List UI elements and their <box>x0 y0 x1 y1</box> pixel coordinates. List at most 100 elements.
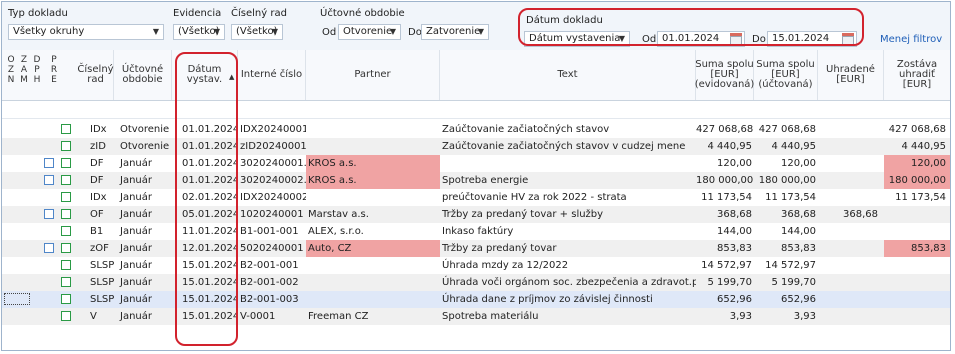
column-header-ciselny-rad[interactable]: Číselný rad <box>77 50 114 100</box>
table-row[interactable]: OF Január 05.01.2024 1020240001 Marstav a.s.… <box>2 206 950 223</box>
cell-interne-cislo: B1-001-001 <box>240 226 299 237</box>
cell-partner: Marstav a.s. <box>308 209 369 220</box>
pre-checkbox[interactable] <box>61 192 71 202</box>
cell-uhradene: 368,68 <box>843 209 878 220</box>
pre-checkbox[interactable] <box>61 141 71 151</box>
pre-checkbox[interactable] <box>61 294 71 304</box>
pre-checkbox[interactable] <box>61 124 71 134</box>
table-row[interactable]: SLSP Január 15.01.2024 B2-001-002 Úhrada voč… <box>2 274 950 291</box>
cell-uhradene <box>818 240 880 257</box>
ciselny-rad-select[interactable]: (Všetko) ▼ <box>231 24 283 40</box>
table-row[interactable]: B1 Január 11.01.2024 B1-001-001 ALEX, s.r.o.… <box>2 223 950 240</box>
table-row[interactable]: DF Január 01.01.2024 3020240001... KROS a.s.… <box>2 155 950 172</box>
table-row[interactable]: DF Január 01.01.2024 3020240002... KROS a.s.… <box>2 172 950 189</box>
cell-suma-evidovana: 427 068,68 <box>696 124 754 135</box>
pre-checkbox[interactable] <box>61 209 71 219</box>
cell-zostava <box>884 274 950 291</box>
uctovne-obdobie-label: Účtovné obdobie <box>320 8 405 19</box>
cell-uhradene <box>818 155 880 172</box>
pre-checkbox[interactable] <box>61 226 71 236</box>
cell-interne-cislo: 3020240001... <box>240 158 306 169</box>
calendar-icon[interactable] <box>842 33 854 46</box>
obdobie-do-select[interactable]: Zatvorenie ▼ <box>421 24 489 40</box>
column-header-suma-uctovana[interactable]: Suma spolu [EUR] (účtovaná) <box>754 50 818 100</box>
column-header-interne-cislo[interactable]: Interné číslo <box>238 50 306 100</box>
datum-dokladu-label: Dátum dokladu <box>526 15 603 26</box>
cell-partner: Auto, CZ <box>306 240 440 257</box>
column-header-zostava[interactable]: Zostáva uhradiť [EUR] <box>884 50 950 100</box>
table-row[interactable]: V Január 15.01.2024 V-0001 Freeman CZ Spotreb… <box>2 308 950 325</box>
dph-checkbox[interactable] <box>44 158 54 168</box>
cell-suma-uctovana: 144,00 <box>781 226 816 237</box>
column-header-zam[interactable]: Z A M <box>19 55 29 85</box>
cell-interne-cislo: 3020240002... <box>240 175 306 186</box>
dph-checkbox[interactable] <box>44 243 54 253</box>
cell-text: Úhrada voči orgánom soc. zbezpečenia a z… <box>442 277 696 288</box>
table-row[interactable]: SLSP Január 15.01.2024 B2-001-001 Úhrada mzd… <box>2 257 950 274</box>
column-header-ozn[interactable]: O Z N <box>6 55 16 85</box>
column-header-partner[interactable]: Partner <box>306 50 440 100</box>
cell-uctovne-obdobie: Január <box>120 226 152 237</box>
cell-text: Inkaso faktúry <box>442 226 514 237</box>
cell-ciselny-rad: OF <box>90 209 104 220</box>
cell-text: Spotreba materiálu <box>442 311 539 322</box>
cell-uhradene <box>818 138 880 155</box>
pre-checkbox[interactable] <box>61 260 71 270</box>
column-header-uctovne-obdobie[interactable]: Účtovné obdobie <box>114 50 172 100</box>
column-header-dph[interactable]: D P H <box>32 55 42 85</box>
cell-suma-evidovana: 4 440,95 <box>707 141 752 152</box>
cell-interne-cislo: B2-001-002 <box>240 277 299 288</box>
cell-interne-cislo: B2-001-003 <box>240 294 299 305</box>
cell-uhradene <box>818 274 880 291</box>
cell-ciselny-rad: V <box>90 311 97 322</box>
column-header-text[interactable]: Text <box>440 50 696 100</box>
cell-suma-uctovana: 4 440,95 <box>771 141 816 152</box>
datum-od-input[interactable]: 01.01.2024 <box>657 31 745 47</box>
menej-filtrov-link[interactable]: Menej filtrov <box>880 34 942 45</box>
cell-interne-cislo: 5020240001 <box>240 243 304 254</box>
pre-checkbox[interactable] <box>61 243 71 253</box>
dph-checkbox[interactable] <box>44 175 54 185</box>
dph-checkbox[interactable] <box>44 209 54 219</box>
datum-do-input[interactable]: 15.01.2024 <box>767 31 857 47</box>
cell-text: preúčtovanie HV za rok 2022 - strata <box>442 192 627 203</box>
typ-dokladu-select[interactable]: Všetky okruhy ▼ <box>8 24 164 40</box>
obdobie-od-select[interactable]: Otvorenie ▼ <box>338 24 401 40</box>
cell-text: Zaúčtovanie začiatočných stavov <box>442 124 610 135</box>
column-header-suma-evidovana[interactable]: Suma spolu [EUR] (evidovaná) <box>695 50 754 100</box>
cell-uhradene <box>818 308 880 325</box>
obdobie-do-label: Do <box>408 27 422 38</box>
cell-partner: ALEX, s.r.o. <box>308 226 364 237</box>
cell-partner <box>306 138 440 155</box>
datum-do-label: Do <box>752 34 766 45</box>
grid-filter-row[interactable] <box>2 101 950 119</box>
cell-suma-evidovana: 368,68 <box>717 209 752 220</box>
cell-partner <box>306 274 440 291</box>
pre-checkbox[interactable] <box>61 158 71 168</box>
datum-type-select[interactable]: Dátum vystavenia ▼ <box>524 31 630 47</box>
datum-od-value: 01.01.2024 <box>662 33 720 44</box>
cell-suma-evidovana: 11 173,54 <box>701 192 752 203</box>
table-row[interactable]: zOF Január 12.01.2024 5020240001 Auto, CZ Trž… <box>2 240 950 257</box>
cell-text: Tržby za predaný tovar <box>442 243 557 254</box>
column-header-pre[interactable]: P R E <box>49 55 59 85</box>
chevron-down-icon: ▼ <box>618 34 625 43</box>
ciselny-rad-label: Číselný rad <box>231 8 287 19</box>
table-row[interactable]: SLSP Január 15.01.2024 B2-001-003 Úhrada dan… <box>2 291 950 308</box>
cell-suma-evidovana: 14 572,97 <box>701 260 752 271</box>
cell-zostava <box>884 223 950 240</box>
pre-checkbox[interactable] <box>61 277 71 287</box>
cell-zostava: 11 173,54 <box>895 192 946 203</box>
evidencia-select[interactable]: (Všetko) ▼ <box>173 24 225 40</box>
table-row[interactable]: IDx Január 02.01.2024 IDX20240002 preúčtovan… <box>2 189 950 206</box>
cell-text: Úhrada dane z príjmov zo závislej činnos… <box>442 294 653 305</box>
calendar-icon[interactable] <box>730 33 742 46</box>
table-row[interactable]: IDx Otvorenie 01.01.2024 IDX20240001 Zaúčtov… <box>2 121 950 138</box>
cell-ciselny-rad: IDx <box>90 124 107 135</box>
pre-checkbox[interactable] <box>61 311 71 321</box>
table-row[interactable]: zID Otvorenie 01.01.2024 zID20240001 Zaúčtov… <box>2 138 950 155</box>
column-header-uhradene[interactable]: Uhradené [EUR] <box>818 50 884 100</box>
cell-datum: 01.01.2024 <box>182 124 238 135</box>
cell-partner <box>306 121 440 138</box>
pre-checkbox[interactable] <box>61 175 71 185</box>
